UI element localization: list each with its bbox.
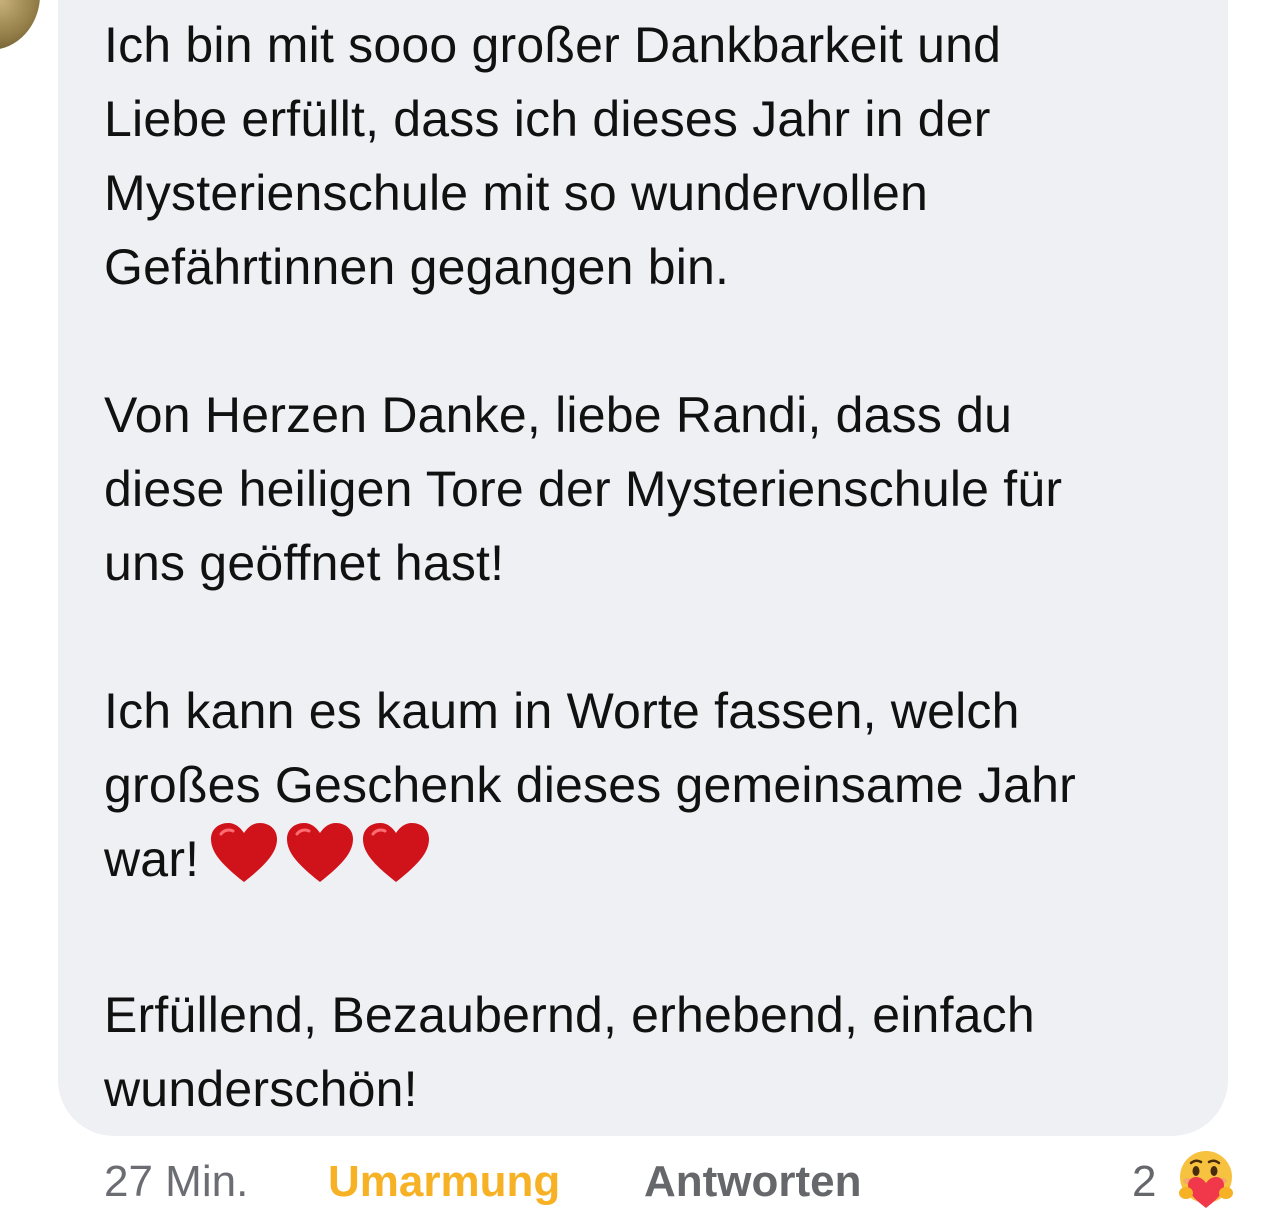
- comment-timestamp[interactable]: 27 Min.: [104, 1150, 248, 1214]
- red-heart-icon: [363, 823, 430, 882]
- comment-paragraph-4: Erfüllend, Bezaubernd, erhebend, einfach…: [104, 987, 1035, 1117]
- react-button[interactable]: Umarmung: [328, 1150, 560, 1214]
- comment-paragraph-3: Ich kann es kaum in Worte fassen, welch …: [104, 674, 1204, 904]
- reaction-count[interactable]: 2: [1132, 1150, 1156, 1214]
- care-emoji-icon[interactable]: [1174, 1147, 1238, 1211]
- comment-body: Ich bin mit sooo großer Dankbarkeit und …: [104, 8, 1204, 1126]
- comment-paragraph-2: Von Herzen Danke, liebe Randi, dass du d…: [104, 387, 1063, 591]
- comment-screen: Ich bin mit sooo großer Dankbarkeit und …: [0, 0, 1280, 1226]
- red-heart-icon: [211, 823, 278, 882]
- comment-paragraph-1: Ich bin mit sooo großer Dankbarkeit und …: [104, 17, 1002, 295]
- comment-actions-bar: 27 Min. Umarmung Antworten 2: [104, 1150, 1244, 1214]
- reply-button[interactable]: Antworten: [644, 1150, 862, 1214]
- red-heart-icon: [287, 823, 354, 882]
- avatar[interactable]: [0, 0, 40, 50]
- hearts-emoji-group: [209, 822, 437, 904]
